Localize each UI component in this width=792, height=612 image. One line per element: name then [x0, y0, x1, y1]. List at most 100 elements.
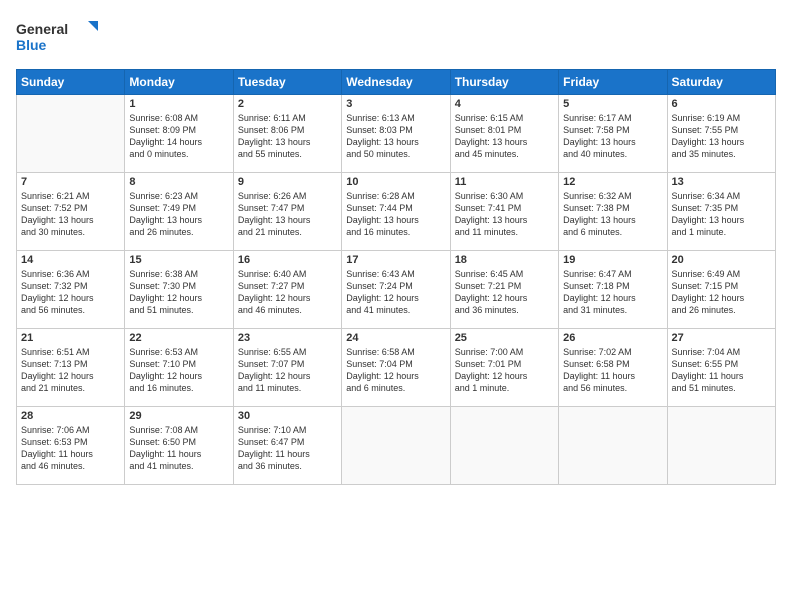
day-info: Sunrise: 6:26 AM Sunset: 7:47 PM Dayligh… [238, 190, 337, 239]
day-info: Sunrise: 6:30 AM Sunset: 7:41 PM Dayligh… [455, 190, 554, 239]
day-info: Sunrise: 6:11 AM Sunset: 8:06 PM Dayligh… [238, 112, 337, 161]
day-info: Sunrise: 6:36 AM Sunset: 7:32 PM Dayligh… [21, 268, 120, 317]
weekday-header-saturday: Saturday [667, 70, 775, 95]
day-info: Sunrise: 6:38 AM Sunset: 7:30 PM Dayligh… [129, 268, 228, 317]
calendar-cell: 9 Sunrise: 6:26 AM Sunset: 7:47 PM Daylig… [233, 173, 341, 251]
weekday-header-thursday: Thursday [450, 70, 558, 95]
calendar-cell: 8 Sunrise: 6:23 AM Sunset: 7:49 PM Daylig… [125, 173, 233, 251]
weekday-header-monday: Monday [125, 70, 233, 95]
day-info: Sunrise: 6:19 AM Sunset: 7:55 PM Dayligh… [672, 112, 771, 161]
day-number: 20 [672, 254, 771, 266]
day-number: 12 [563, 176, 662, 188]
day-info: Sunrise: 6:28 AM Sunset: 7:44 PM Dayligh… [346, 190, 445, 239]
calendar-cell: 7 Sunrise: 6:21 AM Sunset: 7:52 PM Daylig… [17, 173, 125, 251]
day-info: Sunrise: 6:43 AM Sunset: 7:24 PM Dayligh… [346, 268, 445, 317]
calendar-cell [450, 407, 558, 485]
calendar-cell: 20 Sunrise: 6:49 AM Sunset: 7:15 PM Dayli… [667, 251, 775, 329]
day-info: Sunrise: 6:55 AM Sunset: 7:07 PM Dayligh… [238, 346, 337, 395]
day-info: Sunrise: 6:21 AM Sunset: 7:52 PM Dayligh… [21, 190, 120, 239]
day-info: Sunrise: 6:17 AM Sunset: 7:58 PM Dayligh… [563, 112, 662, 161]
day-number: 28 [21, 410, 120, 422]
weekday-header-wednesday: Wednesday [342, 70, 450, 95]
calendar-cell: 1 Sunrise: 6:08 AM Sunset: 8:09 PM Daylig… [125, 95, 233, 173]
day-number: 25 [455, 332, 554, 344]
calendar-table: SundayMondayTuesdayWednesdayThursdayFrid… [16, 69, 776, 485]
day-number: 22 [129, 332, 228, 344]
day-info: Sunrise: 6:49 AM Sunset: 7:15 PM Dayligh… [672, 268, 771, 317]
day-info: Sunrise: 6:15 AM Sunset: 8:01 PM Dayligh… [455, 112, 554, 161]
day-info: Sunrise: 6:08 AM Sunset: 8:09 PM Dayligh… [129, 112, 228, 161]
calendar-week-0: 1 Sunrise: 6:08 AM Sunset: 8:09 PM Daylig… [17, 95, 776, 173]
day-number: 10 [346, 176, 445, 188]
day-info: Sunrise: 6:32 AM Sunset: 7:38 PM Dayligh… [563, 190, 662, 239]
day-info: Sunrise: 6:13 AM Sunset: 8:03 PM Dayligh… [346, 112, 445, 161]
day-number: 5 [563, 98, 662, 110]
calendar-cell: 16Sunrise: 6:40 AM Sunset: 7:27 PM Dayli… [233, 251, 341, 329]
calendar-cell: 14Sunrise: 6:36 AM Sunset: 7:32 PM Dayli… [17, 251, 125, 329]
calendar-cell: 15Sunrise: 6:38 AM Sunset: 7:30 PM Dayli… [125, 251, 233, 329]
logo-text: General Blue [16, 16, 106, 61]
calendar-cell [559, 407, 667, 485]
weekday-header-tuesday: Tuesday [233, 70, 341, 95]
day-info: Sunrise: 7:08 AM Sunset: 6:50 PM Dayligh… [129, 424, 228, 473]
day-info: Sunrise: 6:45 AM Sunset: 7:21 PM Dayligh… [455, 268, 554, 317]
calendar-cell: 28 Sunrise: 7:06 AM Sunset: 6:53 PM Dayli… [17, 407, 125, 485]
day-number: 1 [129, 98, 228, 110]
calendar-cell: 4 Sunrise: 6:15 AM Sunset: 8:01 PM Daylig… [450, 95, 558, 173]
day-info: Sunrise: 6:58 AM Sunset: 7:04 PM Dayligh… [346, 346, 445, 395]
calendar-cell: 11 Sunrise: 6:30 AM Sunset: 7:41 PM Dayli… [450, 173, 558, 251]
calendar-cell: 12 Sunrise: 6:32 AM Sunset: 7:38 PM Dayli… [559, 173, 667, 251]
day-number: 17 [346, 254, 445, 266]
day-number: 2 [238, 98, 337, 110]
calendar-cell: 10 Sunrise: 6:28 AM Sunset: 7:44 PM Dayli… [342, 173, 450, 251]
svg-text:General: General [16, 21, 68, 37]
day-info: Sunrise: 6:34 AM Sunset: 7:35 PM Dayligh… [672, 190, 771, 239]
day-info: Sunrise: 6:23 AM Sunset: 7:49 PM Dayligh… [129, 190, 228, 239]
day-info: Sunrise: 7:06 AM Sunset: 6:53 PM Dayligh… [21, 424, 120, 473]
calendar-cell [667, 407, 775, 485]
day-number: 19 [563, 254, 662, 266]
calendar-cell: 29Sunrise: 7:08 AM Sunset: 6:50 PM Dayli… [125, 407, 233, 485]
calendar-cell: 21 Sunrise: 6:51 AM Sunset: 7:13 PM Dayli… [17, 329, 125, 407]
day-number: 26 [563, 332, 662, 344]
weekday-header-friday: Friday [559, 70, 667, 95]
calendar-cell [342, 407, 450, 485]
day-info: Sunrise: 7:00 AM Sunset: 7:01 PM Dayligh… [455, 346, 554, 395]
calendar-cell: 22 Sunrise: 6:53 AM Sunset: 7:10 PM Dayli… [125, 329, 233, 407]
calendar-cell: 27 Sunrise: 7:04 AM Sunset: 6:55 PM Dayli… [667, 329, 775, 407]
day-info: Sunrise: 7:04 AM Sunset: 6:55 PM Dayligh… [672, 346, 771, 395]
day-info: Sunrise: 6:47 AM Sunset: 7:18 PM Dayligh… [563, 268, 662, 317]
day-number: 18 [455, 254, 554, 266]
day-number: 30 [238, 410, 337, 422]
calendar-cell: 23Sunrise: 6:55 AM Sunset: 7:07 PM Dayli… [233, 329, 341, 407]
calendar-week-3: 21 Sunrise: 6:51 AM Sunset: 7:13 PM Dayli… [17, 329, 776, 407]
day-number: 6 [672, 98, 771, 110]
day-info: Sunrise: 6:51 AM Sunset: 7:13 PM Dayligh… [21, 346, 120, 395]
page: General Blue SundayMondayTuesdayWednesda… [0, 0, 792, 612]
day-info: Sunrise: 7:10 AM Sunset: 6:47 PM Dayligh… [238, 424, 337, 473]
logo: General Blue [16, 16, 106, 61]
calendar-week-1: 7 Sunrise: 6:21 AM Sunset: 7:52 PM Daylig… [17, 173, 776, 251]
day-info: Sunrise: 7:02 AM Sunset: 6:58 PM Dayligh… [563, 346, 662, 395]
calendar-cell: 25 Sunrise: 7:00 AM Sunset: 7:01 PM Dayli… [450, 329, 558, 407]
calendar-cell: 26 Sunrise: 7:02 AM Sunset: 6:58 PM Dayli… [559, 329, 667, 407]
day-number: 4 [455, 98, 554, 110]
day-number: 9 [238, 176, 337, 188]
day-info: Sunrise: 6:53 AM Sunset: 7:10 PM Dayligh… [129, 346, 228, 395]
calendar-week-4: 28 Sunrise: 7:06 AM Sunset: 6:53 PM Dayli… [17, 407, 776, 485]
day-number: 24 [346, 332, 445, 344]
calendar-cell: 6 Sunrise: 6:19 AM Sunset: 7:55 PM Daylig… [667, 95, 775, 173]
day-number: 11 [455, 176, 554, 188]
day-number: 3 [346, 98, 445, 110]
day-number: 7 [21, 176, 120, 188]
day-number: 21 [21, 332, 120, 344]
calendar-cell: 18 Sunrise: 6:45 AM Sunset: 7:21 PM Dayli… [450, 251, 558, 329]
day-info: Sunrise: 6:40 AM Sunset: 7:27 PM Dayligh… [238, 268, 337, 317]
calendar-cell: 3 Sunrise: 6:13 AM Sunset: 8:03 PM Daylig… [342, 95, 450, 173]
calendar-week-2: 14Sunrise: 6:36 AM Sunset: 7:32 PM Dayli… [17, 251, 776, 329]
calendar-cell: 24 Sunrise: 6:58 AM Sunset: 7:04 PM Dayli… [342, 329, 450, 407]
calendar-cell: 5 Sunrise: 6:17 AM Sunset: 7:58 PM Daylig… [559, 95, 667, 173]
day-number: 8 [129, 176, 228, 188]
day-number: 27 [672, 332, 771, 344]
calendar-cell: 13Sunrise: 6:34 AM Sunset: 7:35 PM Dayli… [667, 173, 775, 251]
